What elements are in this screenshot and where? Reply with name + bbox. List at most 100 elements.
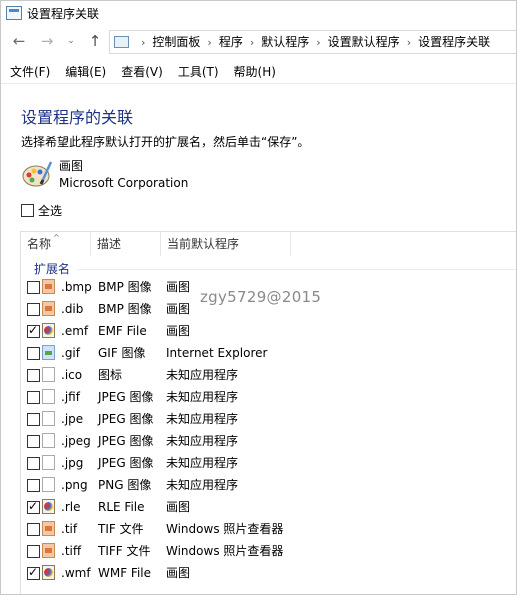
- column-header-description[interactable]: 描述: [91, 232, 161, 256]
- extension: .rle: [61, 500, 81, 514]
- up-arrow-icon[interactable]: ↑: [85, 31, 105, 51]
- menu-tools[interactable]: 工具(T): [178, 61, 219, 83]
- extension: .emf: [61, 324, 89, 338]
- paint-app-icon: [22, 161, 53, 187]
- breadcrumb-separator-icon[interactable]: ›: [407, 36, 411, 49]
- breadcrumb-separator-icon[interactable]: ›: [207, 36, 211, 49]
- checkbox-icon[interactable]: [27, 499, 40, 514]
- checkbox-icon[interactable]: [27, 281, 40, 294]
- menu-bar: 文件(F) 编辑(E) 查看(V) 工具(T) 帮助(H): [1, 61, 516, 84]
- current-program: 画图: [166, 280, 191, 294]
- select-all-checkbox[interactable]: 全选: [21, 202, 62, 219]
- checkbox-icon[interactable]: [27, 457, 40, 470]
- list-item[interactable]: .emf EMF File 画图: [21, 320, 516, 342]
- list-item[interactable]: .png PNG 图像 未知应用程序: [21, 474, 516, 496]
- breadcrumb-item[interactable]: 程序: [219, 35, 243, 49]
- list-item[interactable]: .ico 图标 未知应用程序: [21, 364, 516, 386]
- breadcrumb-separator-icon[interactable]: ›: [250, 36, 254, 49]
- extensions-list: 名称 ^ 描述 当前默认程序 扩展名 .bmp BMP 图像 画图 .dib BM…: [20, 231, 516, 594]
- description: 图标: [98, 368, 123, 382]
- back-arrow-icon[interactable]: ←: [9, 31, 29, 51]
- extension: .dib: [61, 302, 84, 316]
- current-program: Windows 照片查看器: [166, 522, 284, 536]
- checkbox-icon[interactable]: [27, 369, 40, 382]
- file-type-icon: [42, 345, 55, 360]
- file-type-icon: [42, 455, 55, 470]
- list-item[interactable]: .rle RLE File 画图: [21, 496, 516, 518]
- current-program: 未知应用程序: [166, 434, 239, 448]
- file-type-icon: [42, 389, 55, 404]
- group-divider: [77, 269, 516, 270]
- description: JPEG 图像: [98, 390, 154, 404]
- description: PNG 图像: [98, 478, 152, 492]
- file-type-icon: [42, 411, 55, 426]
- extension: .jfif: [61, 390, 80, 404]
- extension: .ico: [61, 368, 83, 382]
- checkbox-icon[interactable]: [27, 303, 40, 316]
- list-item[interactable]: .tif TIF 文件 Windows 照片查看器: [21, 518, 516, 540]
- menu-edit[interactable]: 编辑(E): [65, 61, 106, 83]
- current-program: 未知应用程序: [166, 478, 239, 492]
- list-item[interactable]: .gif GIF 图像 Internet Explorer: [21, 342, 516, 364]
- address-bar[interactable]: › 控制面板 › 程序 › 默认程序 › 设置默认程序 › 设置程序关联: [109, 30, 516, 54]
- file-type-icon: [42, 279, 55, 294]
- checkbox-icon[interactable]: [27, 435, 40, 448]
- breadcrumb-item[interactable]: 控制面板: [152, 35, 200, 49]
- control-panel-icon: [6, 6, 22, 20]
- extension: .gif: [61, 346, 80, 360]
- menu-file[interactable]: 文件(F): [10, 61, 50, 83]
- description: TIFF 文件: [98, 544, 151, 558]
- file-type-icon: [42, 477, 55, 492]
- breadcrumb-item[interactable]: 设置程序关联: [418, 35, 490, 49]
- group-header: 扩展名: [34, 262, 71, 276]
- forward-arrow-icon[interactable]: →: [37, 31, 57, 51]
- extension: .tif: [61, 522, 78, 536]
- list-item[interactable]: .jfif JPEG 图像 未知应用程序: [21, 386, 516, 408]
- file-type-icon: [42, 433, 55, 448]
- column-header-label: 名称: [27, 237, 52, 251]
- list-header: 名称 ^ 描述 当前默认程序: [21, 232, 516, 256]
- list-rows: .bmp BMP 图像 画图 .dib BMP 图像 画图 .emf EMF F…: [21, 276, 516, 584]
- current-program: Windows 照片查看器: [166, 544, 284, 558]
- file-type-icon: [42, 565, 55, 580]
- breadcrumb: › 控制面板 › 程序 › 默认程序 › 设置默认程序 › 设置程序关联: [134, 31, 490, 53]
- title-bar: 设置程序关联: [1, 1, 516, 27]
- menu-help[interactable]: 帮助(H): [234, 61, 276, 83]
- checkbox-icon[interactable]: [27, 413, 40, 426]
- file-type-icon: [42, 301, 55, 316]
- list-item[interactable]: .tiff TIFF 文件 Windows 照片查看器: [21, 540, 516, 562]
- checkbox-icon[interactable]: [27, 565, 40, 580]
- breadcrumb-separator-icon[interactable]: ›: [316, 36, 320, 49]
- list-item[interactable]: .wmf WMF File 画图: [21, 562, 516, 584]
- checkbox-icon[interactable]: [27, 323, 40, 338]
- current-program: 未知应用程序: [166, 390, 239, 404]
- breadcrumb-item[interactable]: 设置默认程序: [328, 35, 400, 49]
- extension: .jpg: [61, 456, 84, 470]
- instructions-text: 选择希望此程序默认打开的扩展名，然后单击“保存”。: [21, 135, 310, 149]
- column-header-name[interactable]: 名称 ^: [21, 232, 91, 256]
- description: TIF 文件: [98, 522, 144, 536]
- list-item[interactable]: .jpe JPEG 图像 未知应用程序: [21, 408, 516, 430]
- recent-locations-chevron-icon[interactable]: ⌄: [65, 31, 77, 51]
- description: BMP 图像: [98, 302, 152, 316]
- checkbox-icon[interactable]: [27, 347, 40, 360]
- checkbox-icon[interactable]: [21, 204, 34, 217]
- checkbox-icon[interactable]: [27, 545, 40, 558]
- control-panel-icon: [114, 36, 129, 48]
- checkbox-icon[interactable]: [27, 479, 40, 492]
- window-title: 设置程序关联: [27, 7, 100, 21]
- checkbox-icon[interactable]: [27, 391, 40, 404]
- page-title: 设置程序的关联: [21, 108, 134, 127]
- description: JPEG 图像: [98, 412, 154, 426]
- description: JPEG 图像: [98, 434, 154, 448]
- app-company: Microsoft Corporation: [59, 176, 189, 190]
- extension: .wmf: [61, 566, 91, 580]
- file-type-icon: [42, 367, 55, 382]
- column-header-current-program[interactable]: 当前默认程序: [161, 232, 291, 256]
- breadcrumb-item[interactable]: 默认程序: [261, 35, 309, 49]
- list-item[interactable]: .jpeg JPEG 图像 未知应用程序: [21, 430, 516, 452]
- checkbox-icon[interactable]: [27, 523, 40, 536]
- extension: .jpe: [61, 412, 84, 426]
- list-item[interactable]: .jpg JPEG 图像 未知应用程序: [21, 452, 516, 474]
- menu-view[interactable]: 查看(V): [121, 61, 163, 83]
